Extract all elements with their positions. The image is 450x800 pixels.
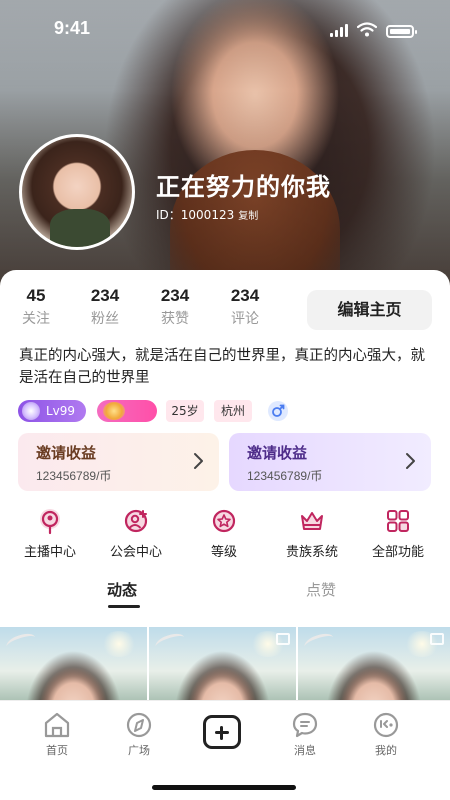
stat-comments[interactable]: 234 评论	[228, 286, 262, 328]
func-label: 贵族系统	[285, 545, 338, 560]
chevron-right-icon	[406, 453, 415, 469]
level-text: Lv99	[46, 404, 76, 418]
stat-label: 获赞	[161, 311, 189, 327]
invite-earnings-card[interactable]: 邀请收益 123456789/币	[18, 433, 219, 491]
grid-icon	[387, 510, 409, 532]
avatar[interactable]	[19, 134, 135, 250]
profile-id-text: ID：1000123	[156, 208, 235, 222]
multi-image-icon	[276, 633, 290, 645]
level-star-icon	[212, 509, 236, 533]
message-icon	[292, 712, 318, 738]
crown-icon	[301, 512, 323, 530]
chevron-right-icon	[194, 453, 203, 469]
stat-value: 45	[26, 286, 46, 305]
tab-likes[interactable]: 点赞	[306, 579, 336, 600]
bird-shape	[4, 630, 38, 654]
cellular-signal-icon	[330, 24, 348, 37]
tab-label: 消息	[294, 744, 316, 757]
age-tag: 25岁	[166, 400, 204, 422]
invite-title: 邀请收益	[247, 444, 308, 462]
tab-label: 广场	[128, 744, 150, 757]
tab-mine[interactable]: 我的	[356, 711, 416, 758]
func-label: 全部功能	[371, 545, 424, 560]
func-all-features[interactable]: 全部功能	[353, 506, 443, 560]
anchor-center-icon	[40, 509, 60, 535]
invite-earnings-card-2[interactable]: 邀请收益 123456789/币	[229, 433, 431, 491]
battery-icon	[386, 25, 417, 38]
profile-name: 正在努力的你我	[156, 173, 331, 201]
bird-shape	[153, 630, 187, 654]
func-nobility-system[interactable]: 贵族系统	[267, 506, 357, 560]
func-label: 公会中心	[109, 545, 162, 560]
home-icon	[44, 712, 70, 738]
tab-square[interactable]: 广场	[109, 711, 169, 758]
func-guild-center[interactable]: 公会中心	[91, 506, 181, 560]
city-tag: 杭州	[214, 400, 252, 422]
level-badge[interactable]: Lv99	[18, 400, 86, 422]
level-shield-icon	[22, 402, 40, 420]
func-label: 主播中心	[23, 545, 76, 560]
profile-id: ID：1000123 复制	[156, 206, 258, 223]
tab-label: 首页	[46, 744, 68, 757]
func-label: 等级	[210, 545, 237, 560]
stat-value: 234	[160, 286, 190, 305]
invite-value: 123456789/币	[247, 469, 323, 483]
status-bar: 9:41	[0, 0, 450, 54]
home-indicator	[152, 785, 296, 790]
tab-messages[interactable]: 消息	[275, 711, 335, 758]
create-post-button[interactable]	[203, 715, 241, 749]
stat-value: 234	[90, 286, 120, 305]
multi-image-icon	[430, 633, 444, 645]
invite-title: 邀请收益	[36, 444, 97, 462]
tab-label: 我的	[375, 744, 397, 757]
rank-badge[interactable]	[97, 400, 157, 422]
stat-following[interactable]: 45 关注	[20, 286, 52, 328]
edit-profile-button[interactable]: 编辑主页	[307, 290, 432, 330]
guild-center-icon	[124, 509, 148, 533]
tab-home[interactable]: 首页	[27, 711, 87, 758]
active-tab-indicator	[108, 605, 140, 608]
gender-male-icon	[268, 401, 288, 421]
stat-label: 粉丝	[91, 311, 119, 327]
copy-id-button[interactable]: 复制	[238, 211, 258, 222]
post-thumbnail[interactable]	[0, 627, 147, 707]
rank-emblem-icon	[103, 402, 125, 420]
compass-icon	[126, 712, 152, 738]
stat-fans[interactable]: 234 粉丝	[88, 286, 122, 328]
func-level[interactable]: 等级	[179, 506, 269, 560]
post-thumbnail[interactable]	[298, 627, 450, 707]
stat-label: 评论	[231, 311, 259, 327]
stat-label: 关注	[22, 311, 50, 327]
stat-likes-received[interactable]: 234 获赞	[158, 286, 192, 328]
profile-icon	[373, 712, 399, 738]
invite-value: 123456789/币	[36, 469, 112, 483]
post-thumbnail[interactable]	[149, 627, 296, 707]
stat-value: 234	[230, 286, 260, 305]
bird-shape	[302, 630, 336, 654]
status-time: 9:41	[54, 18, 91, 38]
profile-bio: 真正的内心强大，就是活在自己的世界里，真正的内心强大，就是活在自己的世界里	[19, 348, 425, 386]
wifi-icon	[357, 22, 377, 37]
tab-moments[interactable]: 动态	[107, 579, 137, 600]
func-anchor-center[interactable]: 主播中心	[5, 506, 95, 560]
